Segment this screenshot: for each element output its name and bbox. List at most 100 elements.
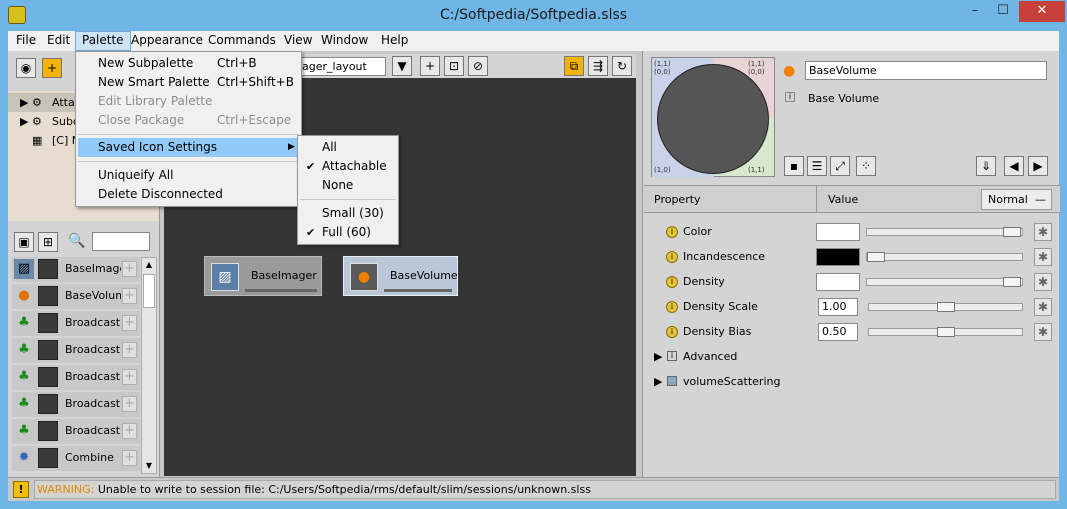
options-button[interactable]: ⁘ [856,156,876,176]
next-button[interactable]: ▶ [1028,156,1048,176]
group-advanced[interactable]: ▶ i Advanced [654,345,1054,370]
close-button[interactable]: ✕ [1019,1,1065,22]
color-swatch[interactable] [816,223,860,241]
value-slider[interactable] [868,327,1023,337]
view-toggle-button[interactable]: ◉ [16,58,36,78]
stop-button[interactable]: ⊘ [468,56,488,76]
add-item-button[interactable]: + [122,396,137,412]
add-item-button[interactable]: + [122,288,137,304]
menu-label: New Subpalette [98,56,194,70]
menu-palette[interactable]: Palette [75,31,131,51]
scroll-thumb[interactable] [143,274,155,308]
value-slider[interactable] [868,302,1023,312]
search-input[interactable] [92,232,150,251]
scroll-down-icon[interactable]: ▼ [142,459,156,473]
color-swatch[interactable] [816,248,860,266]
submenu-full[interactable]: ✔ Full (60) [300,223,396,242]
node-basevolume[interactable]: ● BaseVolume [343,256,458,296]
slider-thumb[interactable] [867,252,885,262]
expand-arrow-icon[interactable]: ▶ [654,350,662,363]
menu-file[interactable]: File [10,31,42,51]
menu-uniqueify-all[interactable]: Uniqueify All [78,166,299,185]
prev-button[interactable]: ◀ [1004,156,1024,176]
imager-icon: ▨ [211,263,239,291]
mode-dropdown[interactable]: Normal — [981,189,1052,210]
add-item-button[interactable]: + [122,315,137,331]
layout-field[interactable]: ager_layout [298,57,386,76]
menu-appearance[interactable]: Appearance [125,31,209,51]
download-button[interactable]: ⇓ [976,156,996,176]
color-swatch[interactable] [816,273,860,291]
node-label: BaseVolume [390,269,458,282]
add-item-button[interactable]: + [122,369,137,385]
number-field[interactable]: 0.50 [818,323,858,341]
node-baseimager[interactable]: ▨ BaseImager [204,256,322,296]
arrange-button[interactable]: ⇶ [588,56,608,76]
list-view-button[interactable]: ☰ [807,156,827,176]
select-button[interactable]: ⊞ [38,232,58,252]
scroll-up-icon[interactable]: ▲ [142,258,156,272]
add-button[interactable]: + [42,58,62,78]
menu-view[interactable]: View [278,31,318,51]
gear-icon[interactable]: ✱ [1034,273,1052,291]
list-item[interactable]: ♣ Broadcast + [12,338,140,363]
list-item[interactable]: ▨ BaseImager + [12,257,140,282]
maximize-button[interactable]: ☐ [990,1,1016,22]
name-field[interactable]: BaseVolume [805,61,1047,80]
preview-button[interactable]: ▪ [784,156,804,176]
add-node-button[interactable]: + [420,56,440,76]
menu-edit[interactable]: Edit [41,31,76,51]
add-item-button[interactable]: + [122,342,137,358]
list-item[interactable]: ✹ Combine + [12,446,140,471]
menu-edit-library-palette[interactable]: Edit Library Palette [78,92,299,111]
value-slider[interactable] [866,227,1023,237]
list-item[interactable]: ♣ Broadcast + [12,365,140,390]
menu-commands[interactable]: Commands [202,31,282,51]
gear-icon[interactable]: ✱ [1034,298,1052,316]
layout-dropdown-button[interactable]: ▼ [392,56,412,76]
menu-delete-disconnected[interactable]: Delete Disconnected [78,185,299,204]
slider-thumb[interactable] [1003,227,1021,237]
menu-new-smart-palette[interactable]: New Smart Palette Ctrl+Shift+B [78,73,299,92]
expand-arrow-icon[interactable]: ▶ [20,93,28,112]
number-field[interactable]: 1.00 [818,298,858,316]
list-item[interactable]: ♣ Broadcast + [12,419,140,444]
expand-arrow-icon[interactable]: ▶ [20,112,28,131]
slider-thumb[interactable] [937,327,955,337]
menu-saved-icon-settings[interactable]: Saved Icon Settings ▶ [78,138,299,157]
value-slider[interactable] [866,252,1023,262]
slider-thumb[interactable] [1003,277,1021,287]
add-item-button[interactable]: + [122,423,137,439]
minimize-button[interactable]: – [962,1,988,22]
submenu-all[interactable]: All [300,138,396,157]
menu-new-subpalette[interactable]: New Subpalette Ctrl+B [78,54,299,73]
volume-icon: ● [18,288,30,303]
value-slider[interactable] [866,277,1023,287]
edit-button[interactable]: ⤢ [830,156,850,176]
refresh-button[interactable]: ↻ [612,56,632,76]
list-item[interactable]: ● BaseVolume + [12,284,140,309]
menu-close-package[interactable]: Close Package Ctrl+Escape [78,111,299,130]
menu-window[interactable]: Window [315,31,374,51]
menu-help[interactable]: Help [375,31,414,51]
submenu-attachable[interactable]: ✔ Attachable [300,157,396,176]
submenu-none[interactable]: None [300,176,396,195]
frame-button[interactable]: ⊡ [444,56,464,76]
filter-button[interactable]: ▣ [14,232,34,252]
group-volume-scattering[interactable]: ▶ volumeScattering [654,370,1054,395]
gear-icon[interactable]: ✱ [1034,223,1052,241]
add-item-button[interactable]: + [122,450,137,466]
gear-icon[interactable]: ✱ [1034,323,1052,341]
slider-thumb[interactable] [937,302,955,312]
layout-mode-button[interactable]: ⧉ [564,56,584,76]
expand-arrow-icon[interactable]: ▶ [654,375,662,388]
add-item-button[interactable]: + [122,261,137,277]
search-icon: 🔍 [68,233,86,249]
list-item[interactable]: ♣ Broadcast + [12,311,140,336]
swatch [38,340,58,360]
gear-icon[interactable]: ✱ [1034,248,1052,266]
submenu-small[interactable]: Small (30) [300,204,396,223]
list-scrollbar[interactable]: ▲ ▼ [141,257,157,474]
list-item[interactable]: ♣ Broadcast + [12,392,140,417]
list-label: BaseVolume [65,289,121,302]
